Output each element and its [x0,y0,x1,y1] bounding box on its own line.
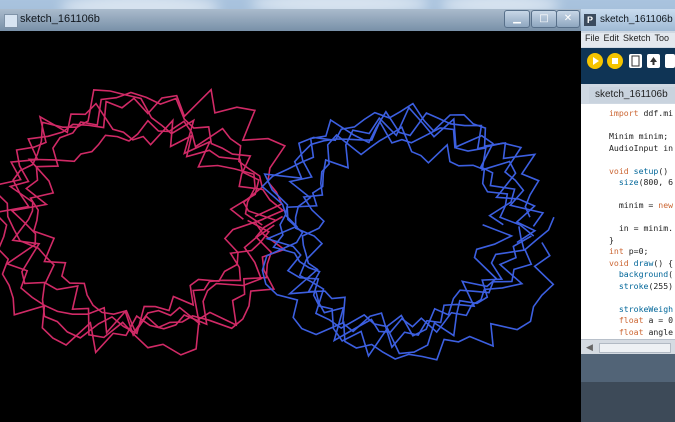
waveform-loop [27,119,277,333]
maximize-button[interactable]: □ [531,10,557,28]
stop-icon [612,58,618,64]
scrollbar-thumb[interactable] [599,343,671,353]
code-line: stroke(255) [618,280,674,291]
code-line: void draw() { [609,257,674,268]
ide-window: P sketch_161106b File Edit Sketch Too sketc… [581,9,675,422]
code-line: float a = 0 [618,315,674,325]
sketch-title-bar[interactable]: sketch_161106b ▁ □ ✕ [0,9,581,31]
run-button[interactable] [587,53,603,69]
code-line: import ddf.mi [609,108,674,118]
code-line: float angle [618,326,674,337]
stop-button[interactable] [607,53,623,69]
window-icon [4,14,18,28]
code-text: import ddf.mi Minim minim; AudioInput in … [609,108,673,339]
new-sketch-button[interactable] [629,54,642,68]
code-line: void setup() [609,165,669,176]
waveform-loop [288,102,555,337]
code-line: Minim minim; [609,131,669,141]
ide-window-title: sketch_161106b [600,14,673,25]
ide-title-bar[interactable]: P sketch_161106b [581,9,675,31]
waveform-loop [8,102,264,339]
left-waveform-curves [0,88,287,356]
message-bar [581,354,675,382]
close-button[interactable]: ✕ [556,10,580,28]
code-line: background( [618,269,674,279]
menu-tools[interactable]: Too [655,33,670,43]
code-line: } [609,234,614,245]
code-line: int p=0; [609,246,649,256]
sketch-window: sketch_161106b ▁ □ ✕ [0,9,581,422]
code-line: size(800, 6 [618,177,674,187]
upload-arrow-icon [650,57,657,65]
console-area [581,354,675,422]
play-icon [593,57,599,65]
menu-bar: File Edit Sketch Too [581,33,675,47]
processing-logo-icon: P [584,14,596,26]
code-line: AudioInput in [609,142,674,153]
minimize-button[interactable]: ▁ [504,10,530,28]
code-editor[interactable]: import ddf.mi Minim minim; AudioInput in … [581,104,675,339]
waveform-loop [0,89,275,355]
code-line: in = minim. [609,223,674,233]
right-waveform-curves [261,102,555,361]
menu-file[interactable]: File [585,33,600,43]
tab-sketch[interactable]: sketch_161106b [589,87,675,103]
save-sketch-button[interactable] [665,54,675,68]
open-sketch-button[interactable] [647,54,660,68]
waveform-loop [5,91,287,337]
code-line: strokeWeigh [618,303,674,314]
menu-sketch[interactable]: Sketch [623,33,651,43]
toolbar [581,48,675,84]
menu-edit[interactable]: Edit [604,33,620,43]
sketch-canvas[interactable] [0,31,581,422]
horizontal-scrollbar[interactable]: ◀ [581,339,675,354]
sketch-window-title: sketch_161106b [20,13,100,25]
code-line: minim = new [609,200,674,210]
scroll-left-icon: ◀ [586,342,593,352]
new-file-icon [631,55,640,67]
